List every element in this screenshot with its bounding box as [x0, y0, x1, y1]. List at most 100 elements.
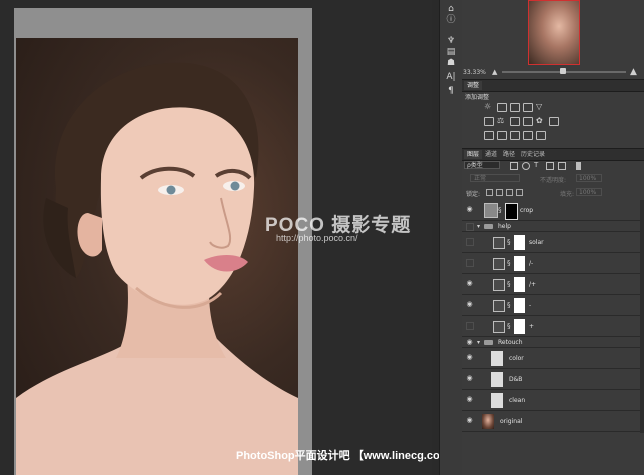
tab-history[interactable]: 历史记录: [518, 150, 548, 159]
levels-icon[interactable]: [497, 103, 507, 112]
layer-row[interactable]: ▾ help: [462, 221, 640, 232]
adjustment-thumbnail-icon[interactable]: [493, 300, 505, 312]
eye-icon[interactable]: ◉: [465, 301, 474, 308]
navigator-mountain-icon[interactable]: ▲: [492, 68, 497, 76]
navigator-thumbnail[interactable]: [528, 0, 580, 65]
adjustment-thumbnail-icon[interactable]: [484, 203, 498, 218]
gradient-map-icon[interactable]: [523, 131, 533, 140]
clone-source-icon[interactable]: ☗: [446, 58, 456, 68]
exposure-icon[interactable]: [523, 103, 533, 112]
opacity-input[interactable]: 100%: [576, 174, 602, 182]
photo-layer-thumbnail[interactable]: [482, 414, 494, 429]
layer-row[interactable]: ◉ § -: [462, 295, 640, 316]
tab-paths[interactable]: 路径: [500, 150, 518, 159]
brightness-icon[interactable]: ☼: [484, 103, 492, 111]
chain-link-icon[interactable]: §: [507, 301, 511, 309]
eye-icon[interactable]: ◉: [465, 280, 474, 287]
navigator-mountain-large-icon[interactable]: ▲: [630, 67, 637, 77]
vibrance-icon[interactable]: ▽: [536, 103, 544, 111]
threshold-icon[interactable]: [510, 131, 520, 140]
color-lookup-icon[interactable]: [549, 117, 559, 126]
filter-toggle-icon[interactable]: [576, 162, 581, 170]
layer-row[interactable]: ◉ D&B: [462, 369, 640, 390]
layer-mask-thumbnail[interactable]: [514, 319, 525, 334]
chain-link-icon[interactable]: §: [507, 238, 511, 246]
blend-mode-select[interactable]: 正常: [470, 174, 520, 182]
layer-row[interactable]: § /-: [462, 253, 640, 274]
layer-row[interactable]: ◉ ▾ Retouch: [462, 337, 640, 348]
paragraph-icon[interactable]: ¶: [446, 86, 456, 96]
layer-row[interactable]: § solar: [462, 232, 640, 253]
adjustment-thumbnail-icon[interactable]: [493, 321, 505, 333]
layer-mask-thumbnail[interactable]: [505, 203, 518, 220]
layer-mask-thumbnail[interactable]: [514, 256, 525, 271]
layer-mask-thumbnail[interactable]: [514, 298, 525, 313]
navigator-slider-knob[interactable]: [560, 68, 566, 74]
black-white-icon[interactable]: [510, 117, 520, 126]
chain-link-icon[interactable]: §: [507, 259, 511, 267]
brush-icon[interactable]: ▤: [446, 47, 456, 57]
eye-icon[interactable]: ◉: [465, 417, 474, 424]
lock-all-icon[interactable]: [516, 189, 523, 196]
layer-name: solar: [529, 239, 544, 246]
layer-row[interactable]: ◉ clean: [462, 390, 640, 411]
selective-color-icon[interactable]: [536, 131, 546, 140]
navigator-zoom[interactable]: 33.33%: [463, 69, 486, 76]
layer-row[interactable]: ◉ § crop: [462, 200, 640, 221]
hue-saturation-icon[interactable]: [484, 117, 494, 126]
filter-shape-icon[interactable]: [546, 162, 554, 170]
layer-row[interactable]: ◉ original: [462, 411, 640, 432]
chain-link-icon[interactable]: §: [507, 280, 511, 288]
eye-icon[interactable]: [466, 322, 474, 330]
channel-mixer-icon[interactable]: ✿: [536, 117, 544, 125]
tab-layers[interactable]: 图层: [464, 150, 483, 159]
eye-icon[interactable]: [466, 259, 474, 267]
filter-pixel-icon[interactable]: [510, 162, 518, 170]
chain-link-icon[interactable]: §: [498, 206, 502, 214]
filter-type-icon[interactable]: T: [534, 162, 540, 169]
pixel-layer-thumbnail[interactable]: [491, 372, 503, 387]
canvas-photo[interactable]: [16, 38, 298, 475]
lock-image-icon[interactable]: [496, 189, 503, 196]
eye-icon[interactable]: ◉: [465, 396, 474, 403]
adjustment-thumbnail-icon[interactable]: [493, 237, 505, 249]
layer-name: /+: [529, 281, 537, 288]
history-icon[interactable]: ⌂: [446, 4, 456, 14]
adjustment-thumbnail-icon[interactable]: [493, 258, 505, 270]
eye-icon[interactable]: ◉: [465, 354, 474, 361]
eye-icon[interactable]: ◉: [465, 339, 474, 346]
group-expand-arrow-icon[interactable]: ▾: [477, 223, 480, 230]
layer-name: crop: [520, 207, 534, 214]
group-expand-arrow-icon[interactable]: ▾: [477, 339, 480, 346]
filter-smart-object-icon[interactable]: [558, 162, 566, 170]
tab-channels[interactable]: 通道: [482, 150, 500, 159]
layer-mask-thumbnail[interactable]: [514, 277, 525, 292]
layer-row[interactable]: ◉ § /+: [462, 274, 640, 295]
tab-adjustments[interactable]: 调整: [464, 81, 483, 90]
curves-icon[interactable]: [510, 103, 520, 112]
adjustment-thumbnail-icon[interactable]: [493, 279, 505, 291]
fill-input[interactable]: 100%: [576, 188, 602, 196]
chain-link-icon[interactable]: §: [507, 322, 511, 330]
layer-mask-thumbnail[interactable]: [514, 235, 525, 250]
layer-filter-kind[interactable]: ρ类型: [464, 161, 500, 169]
eye-icon[interactable]: ◉: [465, 375, 474, 382]
layer-row[interactable]: ◉ color: [462, 348, 640, 369]
brush-preset-icon[interactable]: ♆: [446, 36, 456, 46]
character-icon[interactable]: A|: [446, 72, 456, 82]
filter-adjustment-icon[interactable]: [522, 162, 530, 170]
info-icon[interactable]: ⓘ: [446, 15, 456, 25]
color-balance-icon[interactable]: ⚖: [497, 117, 505, 125]
posterize-icon[interactable]: [497, 131, 507, 140]
eye-icon[interactable]: ◉: [465, 206, 474, 213]
pixel-layer-thumbnail[interactable]: [491, 393, 503, 408]
photo-filter-icon[interactable]: [523, 117, 533, 126]
lock-transparent-icon[interactable]: [486, 189, 493, 196]
pixel-layer-thumbnail[interactable]: [491, 351, 503, 366]
lock-position-icon[interactable]: [506, 189, 513, 196]
eye-icon[interactable]: [466, 223, 474, 231]
invert-icon[interactable]: [484, 131, 494, 140]
eye-icon[interactable]: [466, 238, 474, 246]
layers-scrollbar[interactable]: [640, 200, 644, 433]
layer-row[interactable]: § +: [462, 316, 640, 337]
